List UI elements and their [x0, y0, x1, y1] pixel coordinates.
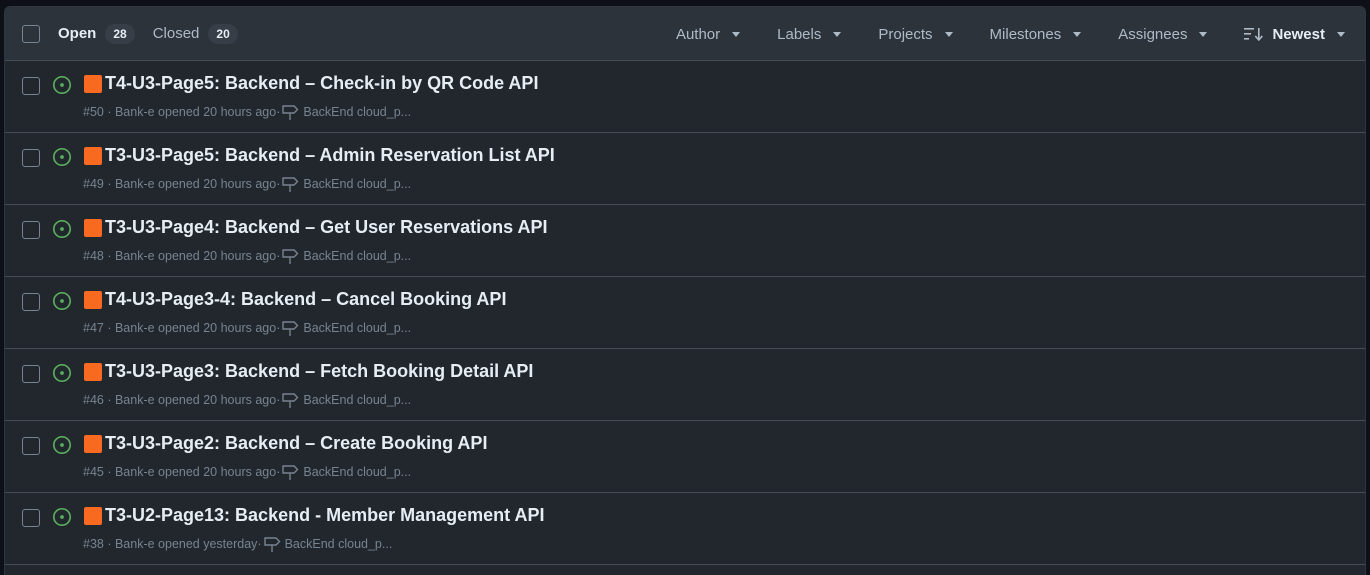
assignees-filter-label: Assignees [1118, 25, 1188, 43]
issue-title-link[interactable]: T4-U3-Page5: Backend – Check-in by QR Co… [105, 73, 538, 94]
issues-list-panel: Open 28 Closed 20 Author Labels Projects… [4, 6, 1366, 575]
issue-row[interactable]: T3-U2-Page13: Backend - Member Managemen… [5, 493, 1365, 565]
issue-opened-icon [52, 363, 72, 383]
issue-meta-text: #50 · Bank-e opened 20 hours ago· [83, 105, 281, 119]
orange-square-emoji [84, 434, 102, 453]
milestone-icon [281, 247, 299, 265]
milestone-icon [281, 175, 299, 193]
orange-square-emoji [84, 74, 102, 93]
open-label: Open [58, 25, 97, 42]
labels-filter-label: Labels [777, 25, 822, 43]
issue-row[interactable]: T4-U3-Page5: Backend – Check-in by QR Co… [5, 61, 1365, 133]
issue-meta-text: #45 · Bank-e opened 20 hours ago· [83, 465, 281, 479]
milestone-link[interactable]: BackEnd cloud_p... [285, 537, 393, 551]
issue-meta-text: #46 · Bank-e opened 20 hours ago· [83, 393, 281, 407]
chevron-down-icon [1073, 31, 1082, 37]
projects-filter-label: Projects [878, 25, 933, 43]
issue-opened-icon [52, 291, 72, 311]
orange-square-emoji [84, 290, 102, 309]
milestone-link[interactable]: BackEnd cloud_p... [303, 465, 411, 479]
author-filter-label: Author [675, 25, 721, 43]
milestones-filter-label: Milestones [989, 25, 1062, 43]
issue-meta-text: #47 · Bank-e opened 20 hours ago· [83, 321, 281, 335]
chevron-down-icon [1337, 31, 1345, 37]
issue-checkbox[interactable] [22, 293, 40, 311]
filter-bar: Author Labels Projects Milestones Assign… [676, 7, 1345, 61]
issue-checkbox[interactable] [22, 437, 40, 455]
orange-square-emoji [84, 362, 102, 381]
select-all-checkbox[interactable] [22, 24, 40, 43]
author-filter[interactable]: Author [675, 25, 741, 43]
assignees-filter[interactable]: Assignees [1118, 25, 1208, 43]
issue-title-link[interactable]: T3-U3-Page5: Backend – Admin Reservation… [105, 145, 555, 166]
closed-label: Closed [152, 25, 200, 42]
milestone-link[interactable]: BackEnd cloud_p... [303, 105, 411, 119]
milestone-icon [281, 463, 299, 481]
orange-square-emoji [84, 146, 102, 165]
issue-checkbox[interactable] [22, 365, 40, 383]
issue-list: T4-U3-Page5: Backend – Check-in by QR Co… [5, 61, 1365, 565]
issue-title-link[interactable]: T3-U3-Page4: Backend – Get User Reservat… [105, 217, 548, 238]
closed-issues-tab[interactable]: Closed 20 [152, 23, 238, 44]
projects-filter[interactable]: Projects [878, 25, 953, 43]
milestone-icon [281, 103, 299, 121]
milestone-link[interactable]: BackEnd cloud_p... [303, 321, 411, 335]
chevron-down-icon [944, 31, 953, 37]
issue-checkbox[interactable] [22, 77, 40, 95]
issue-checkbox[interactable] [22, 149, 40, 167]
issue-opened-icon [52, 507, 72, 527]
labels-filter[interactable]: Labels [777, 25, 842, 43]
issue-meta-text: #49 · Bank-e opened 20 hours ago· [83, 177, 281, 191]
issue-opened-icon [52, 435, 72, 455]
sort-dropdown[interactable]: Newest [1244, 26, 1345, 43]
sort-icon [1244, 27, 1264, 41]
issue-checkbox[interactable] [22, 221, 40, 239]
milestone-icon [281, 319, 299, 337]
open-issues-tab[interactable]: Open 28 [58, 23, 135, 44]
issue-meta-text: #48 · Bank-e opened 20 hours ago· [83, 249, 281, 263]
issue-row[interactable]: T3-U3-Page5: Backend – Admin Reservation… [5, 133, 1365, 205]
milestone-icon [281, 391, 299, 409]
orange-square-emoji [84, 218, 102, 237]
issue-row[interactable]: T4-U3-Page3-4: Backend – Cancel Booking … [5, 277, 1365, 349]
chevron-down-icon [833, 31, 842, 37]
issue-row[interactable]: T3-U3-Page3: Backend – Fetch Booking Det… [5, 349, 1365, 421]
issues-list-header: Open 28 Closed 20 Author Labels Projects… [5, 7, 1365, 61]
issue-meta-text: #38 · Bank-e opened yesterday· [83, 537, 262, 551]
issue-row[interactable]: T3-U3-Page4: Backend – Get User Reservat… [5, 205, 1365, 277]
issue-title-link[interactable]: T3-U3-Page3: Backend – Fetch Booking Det… [105, 361, 533, 382]
issue-opened-icon [52, 147, 72, 167]
milestone-link[interactable]: BackEnd cloud_p... [303, 393, 411, 407]
issue-title-link[interactable]: T4-U3-Page3-4: Backend – Cancel Booking … [105, 289, 506, 310]
chevron-down-icon [732, 31, 741, 37]
milestone-icon [263, 535, 281, 553]
issue-row[interactable]: T3-U3-Page2: Backend – Create Booking AP… [5, 421, 1365, 493]
chevron-down-icon [1199, 31, 1208, 37]
open-count-badge: 28 [105, 23, 135, 44]
closed-count-badge: 20 [208, 23, 238, 44]
milestone-link[interactable]: BackEnd cloud_p... [303, 249, 411, 263]
sort-label: Newest [1272, 25, 1325, 43]
issue-opened-icon [52, 75, 72, 95]
issue-checkbox[interactable] [22, 509, 40, 527]
milestones-filter[interactable]: Milestones [990, 26, 1082, 43]
issue-title-link[interactable]: T3-U3-Page2: Backend – Create Booking AP… [105, 433, 487, 454]
issue-opened-icon [52, 219, 72, 239]
orange-square-emoji [84, 506, 102, 525]
issue-title-link[interactable]: T3-U2-Page13: Backend - Member Managemen… [105, 505, 544, 526]
milestone-link[interactable]: BackEnd cloud_p... [303, 177, 411, 191]
